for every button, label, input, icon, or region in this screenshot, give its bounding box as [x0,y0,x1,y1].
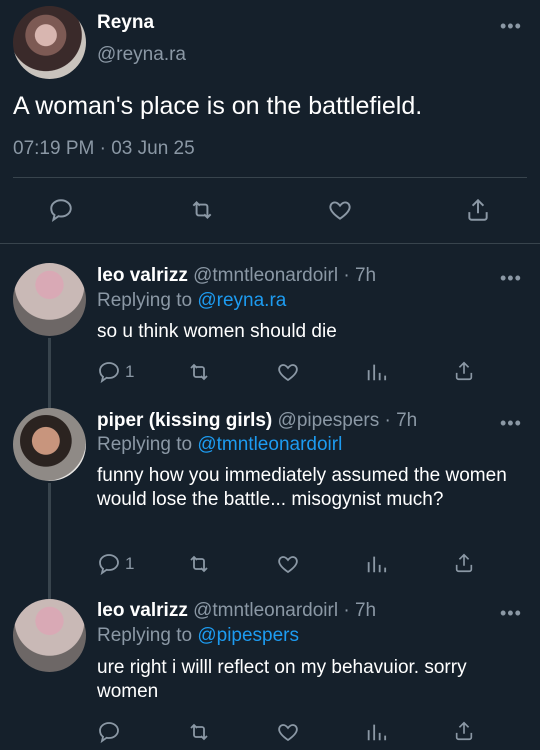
reply-author-name[interactable]: leo valrizz [97,265,188,286]
reply-icon [99,554,119,576]
more-icon[interactable]: ••• [500,413,522,434]
analytics-button[interactable] [365,552,387,576]
reply-author-name[interactable]: piper (kissing girls) [97,410,272,431]
avatar-piper[interactable] [13,408,86,481]
reply-author-handle[interactable]: @tmntleonardoirl · 7h [193,600,376,621]
retweet-icon [192,201,212,219]
share-button[interactable] [453,359,475,383]
avatar-leo[interactable] [13,599,86,672]
avatar-reyna[interactable] [13,6,86,79]
like-button[interactable] [326,197,354,223]
share-button[interactable] [465,196,491,224]
reply-header[interactable]: piper (kissing girls) @pipespers · 7h [97,410,417,432]
retweet-button[interactable] [188,197,216,223]
like-icon [278,724,298,742]
reply-count: 1 [125,554,135,573]
like-button[interactable] [275,552,301,576]
reply-text: ure right i willl reflect on my behavuio… [97,657,467,702]
author-name[interactable]: Reyna [97,12,154,34]
like-icon [278,556,298,574]
like-button[interactable] [275,360,301,384]
retweet-button[interactable] [186,720,212,744]
reply-author-name[interactable]: leo valrizz [97,600,188,621]
analytics-button[interactable] [365,720,387,744]
reply-count: 1 [125,362,135,381]
analytics-icon [367,724,387,741]
mention-link[interactable]: @pipespers [197,625,299,646]
share-icon [455,553,473,573]
author-handle[interactable]: @reyna.ra [97,44,186,66]
reply-header[interactable]: leo valrizz @tmntleonardoirl · 7h [97,600,376,622]
reply-icon [99,722,119,744]
reply-text: funny how you immediately assumed the wo… [97,465,507,510]
more-icon[interactable]: ••• [500,603,522,624]
reply-author-handle[interactable]: @tmntleonardoirl · 7h [193,265,376,286]
like-icon [278,364,298,382]
replying-to: Replying to @tmntleonardoirl [97,434,343,455]
divider [13,177,527,178]
share-icon [468,198,488,221]
tweet-text: A woman's place is on the battlefield. [13,92,423,120]
reply-icon [99,362,119,384]
reply-button[interactable]: 1 [97,552,134,576]
more-icon[interactable]: ••• [500,268,522,289]
reply-button[interactable]: 1 [97,360,134,384]
share-icon [455,361,473,381]
reply-text: so u think women should die [97,321,337,342]
retweet-icon [190,723,208,741]
replying-to: Replying to @reyna.ra [97,290,287,311]
reply-button[interactable] [48,197,74,223]
retweet-button[interactable] [186,360,212,384]
mention-link[interactable]: @tmntleonardoirl [197,434,342,455]
analytics-button[interactable] [365,360,387,384]
replying-to: Replying to @pipespers [97,625,300,646]
avatar-leo[interactable] [13,263,86,336]
tweet-timestamp[interactable]: 07:19 PM · 03 Jun 25 [13,138,195,160]
more-icon[interactable]: ••• [500,16,522,37]
mention-link[interactable]: @reyna.ra [197,290,286,311]
divider [0,243,540,244]
reply-header[interactable]: leo valrizz @tmntleonardoirl · 7h [97,265,376,287]
like-button[interactable] [275,720,301,744]
share-button[interactable] [453,719,475,743]
analytics-icon [367,364,387,381]
thread-line [48,483,51,600]
like-icon [329,201,351,220]
reply-author-handle[interactable]: @pipespers · 7h [278,410,418,431]
thread-line [48,338,51,410]
share-button[interactable] [453,551,475,575]
reply-button[interactable] [97,720,121,744]
retweet-icon [190,363,208,381]
share-icon [455,721,473,741]
retweet-button[interactable] [186,552,212,576]
analytics-icon [367,556,387,573]
reply-icon [50,199,72,223]
retweet-icon [190,555,208,573]
